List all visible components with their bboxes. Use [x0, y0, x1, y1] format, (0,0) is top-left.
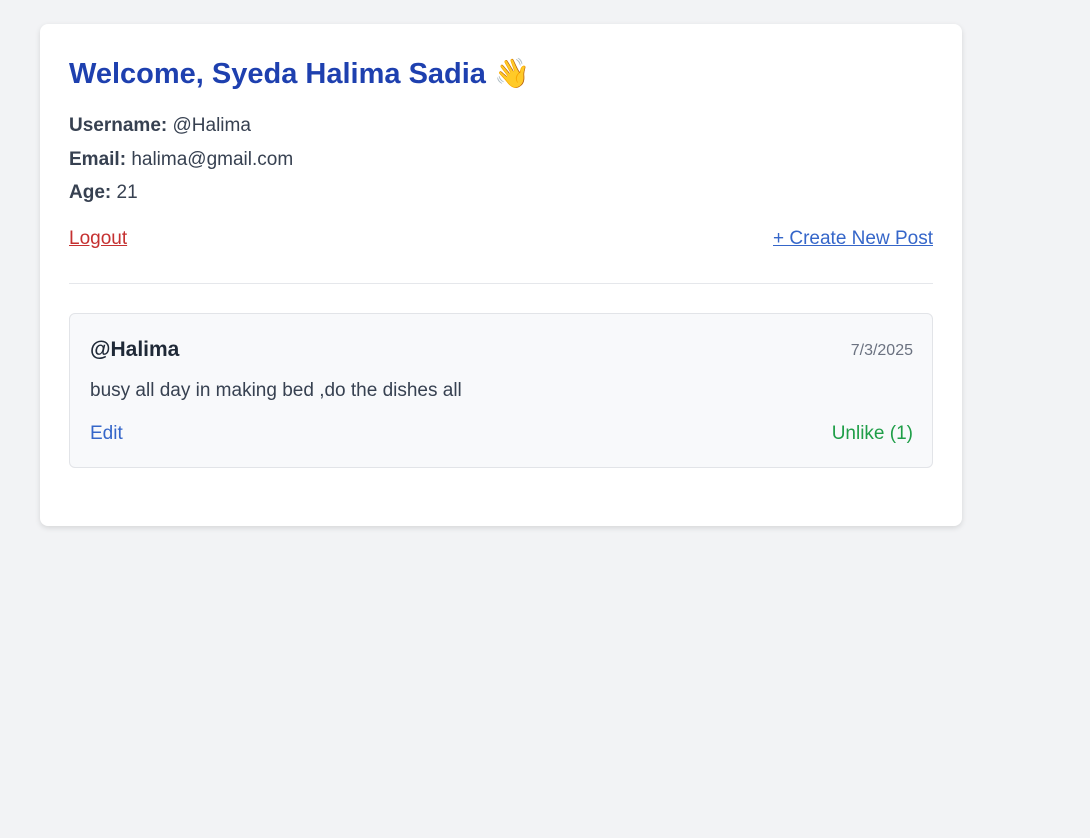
waving-hand-icon: 👋 — [494, 58, 531, 90]
page-title: Welcome, Syeda Halima Sadia 👋 — [69, 56, 530, 92]
divider — [69, 283, 933, 284]
email-row: Email: halima@gmail.com — [69, 148, 293, 172]
age-row: Age: 21 — [69, 181, 138, 205]
profile-card: Welcome, Syeda Halima Sadia 👋 Username: … — [40, 24, 962, 526]
logout-link[interactable]: Logout — [69, 228, 127, 250]
username-value: @Halima — [172, 115, 251, 136]
actions-bar: Logout + Create New Post — [69, 228, 933, 254]
unlike-post-link[interactable]: Unlike (1) — [832, 423, 913, 445]
post-author: @Halima — [90, 338, 180, 361]
age-label: Age: — [69, 182, 112, 203]
welcome-prefix: Welcome, — [69, 58, 212, 90]
username-label: Username: — [69, 115, 168, 136]
email-label: Email: — [69, 149, 127, 170]
edit-post-link[interactable]: Edit — [90, 423, 123, 445]
post-content: busy all day in making bed ,do the dishe… — [90, 380, 462, 401]
user-full-name: Syeda Halima Sadia — [211, 58, 486, 90]
create-new-post-link[interactable]: + Create New Post — [773, 228, 933, 250]
age-value: 21 — [116, 182, 138, 203]
post-date: 7/3/2025 — [850, 342, 913, 359]
email-value: halima@gmail.com — [131, 149, 294, 170]
post-card: @Halima 7/3/2025 busy all day in making … — [69, 313, 933, 468]
username-row: Username: @Halima — [69, 114, 251, 138]
